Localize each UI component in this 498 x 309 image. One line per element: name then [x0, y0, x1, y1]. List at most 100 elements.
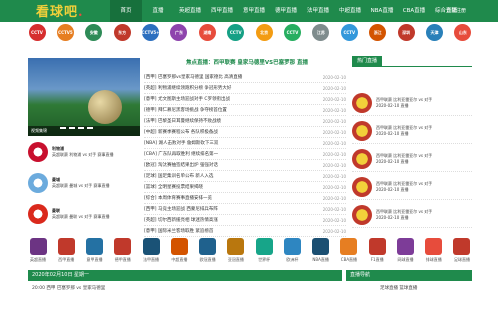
league-item[interactable]: 足球直播 [452, 238, 472, 263]
top-navigation-bar: 看球吧. 首页 直播 英超直播 西甲直播 意甲直播 德甲直播 法甲直播 中超直播 NBA直播 CB… [0, 0, 498, 22]
hot-match[interactable]: 西甲联赛 比利亚雷亚尔 vs 对手 2020-02-10 直播 [352, 146, 472, 172]
league-item[interactable]: 亚冠直播 [226, 238, 246, 263]
news-title[interactable]: [CBA] 广东队再取胜利 继续排名第一 [144, 151, 312, 157]
league-item[interactable]: 意甲直播 [85, 238, 105, 263]
news-item[interactable]: [德甲] 拜仁慕尼黑客场挑战 争夺榜首位置 2020-02-10 [144, 105, 346, 116]
news-title[interactable]: [英超] 切尔西新援亮相 球迷热情高涨 [144, 217, 312, 223]
tv-channel[interactable]: 安徽 [81, 24, 107, 54]
news-item[interactable]: [CBA] 广东队再取胜利 继续排名第一 2020-02-10 [144, 149, 346, 160]
news-item[interactable]: [中超] 新赛季赛程公布 各队积极备战 2020-02-10 [144, 127, 346, 138]
site-logo[interactable]: 看球吧. [36, 1, 84, 20]
news-item[interactable]: [法甲] 巴黎圣日耳曼继续保持不败战绩 2020-02-10 [144, 116, 346, 127]
hot-match[interactable]: 西甲联赛 比利亚雷亚尔 vs 对手 2020-02-10 直播 [352, 118, 472, 144]
league-logo-icon [453, 238, 471, 255]
tv-channel[interactable]: 山东 [450, 24, 476, 54]
news-title[interactable]: [足球] 国足集训名单公布 新人入选 [144, 173, 312, 179]
tv-channel[interactable]: 深圳 [393, 24, 419, 54]
news-item[interactable]: [西甲] 巴塞罗那vs皇家马德里 国家德比 高清直播 2020-02-10 [144, 72, 346, 83]
tv-channel[interactable]: CCTV [336, 24, 362, 54]
league-item[interactable]: 西甲直播 [56, 238, 76, 263]
hot-match-line1: 西甲联赛 比利亚雷亚尔 vs 对手 [376, 208, 433, 214]
tv-channel[interactable]: CCTV [280, 24, 306, 54]
hot-match[interactable]: 西甲联赛 比利亚雷亚尔 vs 对手 2020-02-10 直播 [352, 174, 472, 200]
news-item[interactable]: [英超] 利物浦继续领跑积分榜 争冠形势大好 2020-02-10 [144, 83, 346, 94]
tv-channel[interactable]: 东方 [109, 24, 135, 54]
tv-channel-icon: 安徽 [85, 24, 103, 41]
news-item[interactable]: [欧冠] 淘汰赛抽签结果出炉 强强对话 2020-02-10 [144, 160, 346, 171]
news-title[interactable]: [NBA] 湖人击败对手 詹姆斯砍下三双 [144, 140, 312, 146]
league-item[interactable]: CBA直播 [339, 238, 359, 263]
news-date: 2020-02-10 [322, 184, 346, 190]
team-badge-icon [352, 120, 372, 141]
headline[interactable]: 焦点直播：西甲联赛 皇家马德里VS巴塞罗那 直播 [147, 58, 347, 68]
tv-channel[interactable]: 江苏 [308, 24, 334, 54]
news-title[interactable]: [德甲] 拜仁慕尼黑客场挑战 争夺榜首位置 [144, 107, 312, 113]
league-item[interactable]: 欧洲杯 [282, 238, 302, 263]
league-logo-icon [368, 238, 386, 255]
nav-item[interactable]: 法甲直播 [302, 0, 334, 22]
nav-item[interactable]: 德甲直播 [270, 0, 302, 22]
league-item[interactable]: NBA直播 [311, 238, 331, 263]
news-title[interactable]: [欧冠] 淘汰赛抽签结果出炉 强强对话 [144, 162, 312, 168]
schedule-row[interactable]: 20:00 西甲 巴塞罗那 vs 皇家马德里 [32, 285, 342, 291]
news-date: 2020-02-10 [322, 151, 346, 157]
hot-match[interactable]: 西甲联赛 比利亚雷亚尔 vs 对手 2020-02-10 直播 [352, 202, 472, 228]
banner-pager[interactable] [60, 127, 93, 129]
tv-channel[interactable]: 广东 [166, 24, 192, 54]
news-item[interactable]: [西甲] 马竞主场迎战 西蒙尼排兵布阵 2020-02-10 [144, 204, 346, 215]
featured-banner[interactable]: 视频集锦 [28, 58, 140, 136]
nav-item[interactable]: 中超直播 [334, 0, 366, 22]
news-item[interactable]: [篮球] 全明星赛投票结果揭晓 2020-02-10 [144, 182, 346, 193]
match-card[interactable]: 利物浦 英超联赛 利物浦 vs 对手 赛事直播 [28, 140, 140, 164]
tv-channel[interactable]: 浙江 [365, 24, 391, 54]
news-title[interactable]: [西甲] 巴塞罗那vs皇家马德里 国家德比 高清直播 [144, 74, 312, 80]
league-label: CBA直播 [340, 257, 358, 262]
news-title[interactable]: [英超] 利物浦继续领跑积分榜 争冠形势大好 [144, 85, 312, 91]
nav-item[interactable]: 意甲直播 [238, 0, 270, 22]
league-item[interactable]: 英超直播 [28, 238, 48, 263]
news-item[interactable]: [意甲] 国际米兰客场取胜 紧追榜首 2020-02-10 [144, 226, 346, 237]
news-title[interactable]: [篮球] 全明星赛投票结果揭晓 [144, 184, 312, 190]
tv-channel[interactable]: 天津 [421, 24, 447, 54]
news-title[interactable]: [西甲] 马竞主场迎战 西蒙尼排兵布阵 [144, 206, 312, 212]
nav-item[interactable]: NBA直播 [366, 0, 398, 22]
news-title[interactable]: [法甲] 巴黎圣日耳曼继续保持不败战绩 [144, 118, 312, 124]
news-date: 2020-02-10 [322, 74, 346, 80]
tv-channel[interactable]: 北京 [251, 24, 277, 54]
news-title[interactable]: [中超] 新赛季赛程公布 各队积极备战 [144, 129, 312, 135]
league-label: 法甲直播 [143, 257, 160, 262]
nav-item[interactable]: 首页 [110, 0, 142, 22]
team-badge-icon [352, 92, 372, 113]
nav-item[interactable]: 英超直播 [174, 0, 206, 22]
league-item[interactable]: F1直播 [367, 238, 387, 263]
tv-channel[interactable]: CCTV [223, 24, 249, 54]
nav-item[interactable]: 西甲直播 [206, 0, 238, 22]
tv-channel[interactable]: CCTV [24, 24, 50, 54]
league-item[interactable]: 欧冠直播 [198, 238, 218, 263]
news-title[interactable]: [意甲] 国际米兰客场取胜 紧追榜首 [144, 228, 312, 234]
tv-channel[interactable]: CCTV5+ [138, 24, 164, 54]
nav-item[interactable]: 直播 [142, 0, 174, 22]
league-item[interactable]: 排球直播 [424, 238, 444, 263]
nav-item[interactable]: CBA直播 [398, 0, 430, 22]
login-link[interactable]: 登录注册 [446, 7, 466, 14]
news-item[interactable]: [NBA] 湖人击败对手 詹姆斯砍下三双 2020-02-10 [144, 138, 346, 149]
side-nav-row[interactable]: 足球直播 篮球直播 [380, 285, 470, 291]
news-title[interactable]: [意甲] 尤文图斯主场迎战对手 C罗领衔出战 [144, 96, 312, 102]
league-item[interactable]: 世界杯 [254, 238, 274, 263]
news-item[interactable]: [英超] 切尔西新援亮相 球迷热情高涨 2020-02-10 [144, 215, 346, 226]
news-item[interactable]: [意甲] 尤文图斯主场迎战对手 C罗领衔出战 2020-02-10 [144, 94, 346, 105]
hot-match[interactable]: 西甲联赛 比利亚雷亚尔 vs 对手 2020-02-10 直播 [352, 90, 472, 116]
news-title[interactable]: [综合] 本周体育赛事直播安排一览 [144, 195, 312, 201]
news-item[interactable]: [足球] 国足集训名单公布 新人入选 2020-02-10 [144, 171, 346, 182]
tv-channel[interactable]: CCTV5 [52, 24, 78, 54]
league-item[interactable]: 网球直播 [395, 238, 415, 263]
league-item[interactable]: 中超直播 [169, 238, 189, 263]
tv-channel[interactable]: 湖南 [194, 24, 220, 54]
team-badge-icon [352, 176, 372, 197]
news-item[interactable]: [综合] 本周体育赛事直播安排一览 2020-02-10 [144, 193, 346, 204]
league-item[interactable]: 德甲直播 [113, 238, 133, 263]
match-card[interactable]: 曼城 英超联赛 曼城 vs 对手 赛事直播 [28, 171, 140, 195]
league-item[interactable]: 法甲直播 [141, 238, 161, 263]
match-card[interactable]: 曼联 英超联赛 曼联 vs 对手 赛事直播 [28, 202, 140, 226]
